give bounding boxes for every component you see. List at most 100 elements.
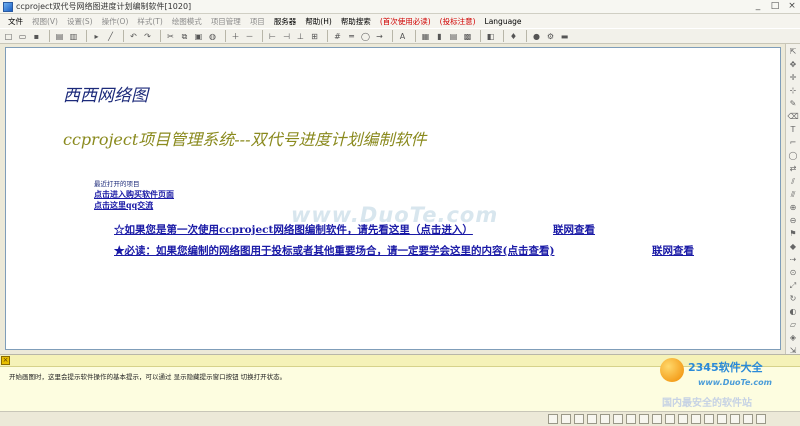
delete-icon[interactable]: ⊖ xyxy=(788,215,799,226)
menu-item[interactable]: 操作(O) xyxy=(102,16,129,27)
distribute-icon[interactable]: ⊞ xyxy=(309,31,320,42)
align-right-icon[interactable]: ⊥ xyxy=(295,31,306,42)
flag-icon[interactable]: ⚑ xyxy=(788,228,799,239)
merge-icon[interactable]: ⫻ xyxy=(788,189,799,200)
open-folder-icon[interactable]: ▭ xyxy=(17,31,28,42)
crosshair-icon[interactable]: ⊹ xyxy=(788,85,799,96)
menu-item[interactable]: 绘图模式 xyxy=(172,16,202,27)
save-icon[interactable]: ▪ xyxy=(31,31,42,42)
pen-icon[interactable]: ✎ xyxy=(788,98,799,109)
node-icon[interactable]: ◯ xyxy=(788,150,799,161)
info-icon[interactable] xyxy=(743,414,753,424)
layout-1-icon[interactable] xyxy=(548,414,558,424)
find-icon[interactable]: ◍ xyxy=(207,31,218,42)
recent-projects-label: 最近打开的项目 xyxy=(94,180,140,188)
node-icon[interactable] xyxy=(717,414,727,424)
redo-icon[interactable]: ↷ xyxy=(142,31,153,42)
menu-item[interactable]: (首次使用必读) xyxy=(380,16,431,27)
text-icon[interactable]: T xyxy=(788,124,799,135)
menu-item[interactable]: Language xyxy=(485,17,522,26)
save-icon[interactable] xyxy=(613,414,623,424)
layer-icon[interactable]: ◧ xyxy=(485,31,496,42)
link-icon[interactable] xyxy=(730,414,740,424)
calendar-icon[interactable]: ▦ xyxy=(420,31,431,42)
paste-icon[interactable]: ▣ xyxy=(193,31,204,42)
undo-icon[interactable]: ↶ xyxy=(128,31,139,42)
settings-icon[interactable]: ⚙ xyxy=(545,31,556,42)
dummy-icon[interactable]: ⇢ xyxy=(788,254,799,265)
menu-item[interactable]: 项目 xyxy=(250,16,265,27)
refresh-icon[interactable]: ↻ xyxy=(788,293,799,304)
hand-icon[interactable]: ✥ xyxy=(788,59,799,70)
qq-chat-link[interactable]: 点击这里qq交流 xyxy=(94,200,153,211)
cut-icon[interactable]: ✂ xyxy=(165,31,176,42)
zoom-icon[interactable] xyxy=(652,414,662,424)
node-icon[interactable]: ◯ xyxy=(360,31,371,42)
resource-icon[interactable]: ▩ xyxy=(462,31,473,42)
print-icon[interactable]: ▤ xyxy=(54,31,65,42)
select-icon[interactable]: ⇱ xyxy=(788,46,799,57)
table-icon[interactable]: ▤ xyxy=(448,31,459,42)
ruler-icon[interactable]: ═ xyxy=(346,31,357,42)
menu-item[interactable]: (投标注意) xyxy=(440,16,476,27)
maximize-icon[interactable]: □ xyxy=(770,1,780,12)
lock-icon[interactable]: ◐ xyxy=(788,306,799,317)
buy-software-link[interactable]: 点击进入购买软件页面 xyxy=(94,189,174,200)
layout-2-icon[interactable] xyxy=(561,414,571,424)
zoom-out-icon[interactable]: － xyxy=(244,31,255,42)
hint-close-icon[interactable]: × xyxy=(1,356,10,365)
layout-3-icon[interactable] xyxy=(574,414,584,424)
fit-icon[interactable]: ⤢ xyxy=(788,280,799,291)
color-icon[interactable]: ◈ xyxy=(788,332,799,343)
milestone-icon[interactable]: ◆ xyxy=(788,241,799,252)
pin-icon[interactable]: ♦ xyxy=(508,31,519,42)
pointer-icon[interactable]: ▸ xyxy=(91,31,102,42)
chart-icon[interactable] xyxy=(704,414,714,424)
zoom-icon[interactable]: ⊙ xyxy=(788,267,799,278)
align-center-icon[interactable]: ⊣ xyxy=(281,31,292,42)
move-icon[interactable]: ✛ xyxy=(788,72,799,83)
must-read-link[interactable]: ★必读：如果您编制的网络图用于投标或者其他重要场合，请一定要学会这里的内容(点击… xyxy=(114,243,554,258)
layer-icon[interactable] xyxy=(665,414,675,424)
hint-toggle-icon[interactable] xyxy=(678,414,688,424)
print-icon[interactable] xyxy=(600,414,610,424)
menu-item[interactable]: 设置(S) xyxy=(67,16,93,27)
arrow-icon[interactable]: → xyxy=(374,31,385,42)
app-icon xyxy=(3,1,13,12)
menu-item[interactable]: 服务器 xyxy=(274,16,297,27)
menu-item[interactable]: 视图(V) xyxy=(32,16,58,27)
help-icon[interactable] xyxy=(756,414,766,424)
calendar-icon[interactable] xyxy=(691,414,701,424)
first-use-online-link[interactable]: 联网查看 xyxy=(553,222,595,237)
menu-item[interactable]: 帮助搜索 xyxy=(341,16,371,27)
must-read-online-link[interactable]: 联网查看 xyxy=(652,243,694,258)
new-file-icon[interactable]: □ xyxy=(3,31,14,42)
settings-icon[interactable] xyxy=(639,414,649,424)
line-icon[interactable]: ╱ xyxy=(105,31,116,42)
folder-icon[interactable]: ▬ xyxy=(559,31,570,42)
format-icon[interactable]: A xyxy=(397,31,408,42)
minimize-icon[interactable]: _ xyxy=(753,1,763,12)
zoom-in-icon[interactable]: ＋ xyxy=(230,31,241,42)
copy-icon[interactable]: ⧉ xyxy=(179,31,190,42)
grid-icon[interactable]: # xyxy=(332,31,343,42)
menu-item[interactable]: 文件 xyxy=(8,16,23,27)
print-preview-icon[interactable]: ▥ xyxy=(68,31,79,42)
insert-icon[interactable]: ⊕ xyxy=(788,202,799,213)
menu-item[interactable]: 帮助(H) xyxy=(305,16,332,27)
bracket-icon[interactable]: ⌐ xyxy=(788,137,799,148)
link-icon[interactable]: ⇄ xyxy=(788,163,799,174)
grid-icon[interactable] xyxy=(626,414,636,424)
chart-icon[interactable]: ▮ xyxy=(434,31,445,42)
eraser-icon[interactable]: ⌫ xyxy=(788,111,799,122)
main-toolbar: □ ▭ ▪ ▤ ▥ ▸ ╱ ↶ ↷ ✂ ⧉ ▣ ◍ ＋－ ⊢ ⊣ ⊥ ⊞ # ═ ◯ → A ▦ ▮ ▤ ▩ ◧ ♦ ● ⚙ ▬ xyxy=(0,28,800,44)
first-use-guide-link[interactable]: ☆如果您是第一次使用ccproject网络图编制软件，请先看这里（点击进入） xyxy=(114,222,473,237)
layer-icon[interactable]: ▱ xyxy=(788,319,799,330)
split-icon[interactable]: ⫽ xyxy=(788,176,799,187)
align-left-icon[interactable]: ⊢ xyxy=(267,31,278,42)
info-icon[interactable]: ● xyxy=(531,31,542,42)
close-icon[interactable]: × xyxy=(787,1,797,12)
menu-item[interactable]: 项目管理 xyxy=(211,16,241,27)
menu-item[interactable]: 样式(T) xyxy=(137,16,162,27)
layout-4-icon[interactable] xyxy=(587,414,597,424)
